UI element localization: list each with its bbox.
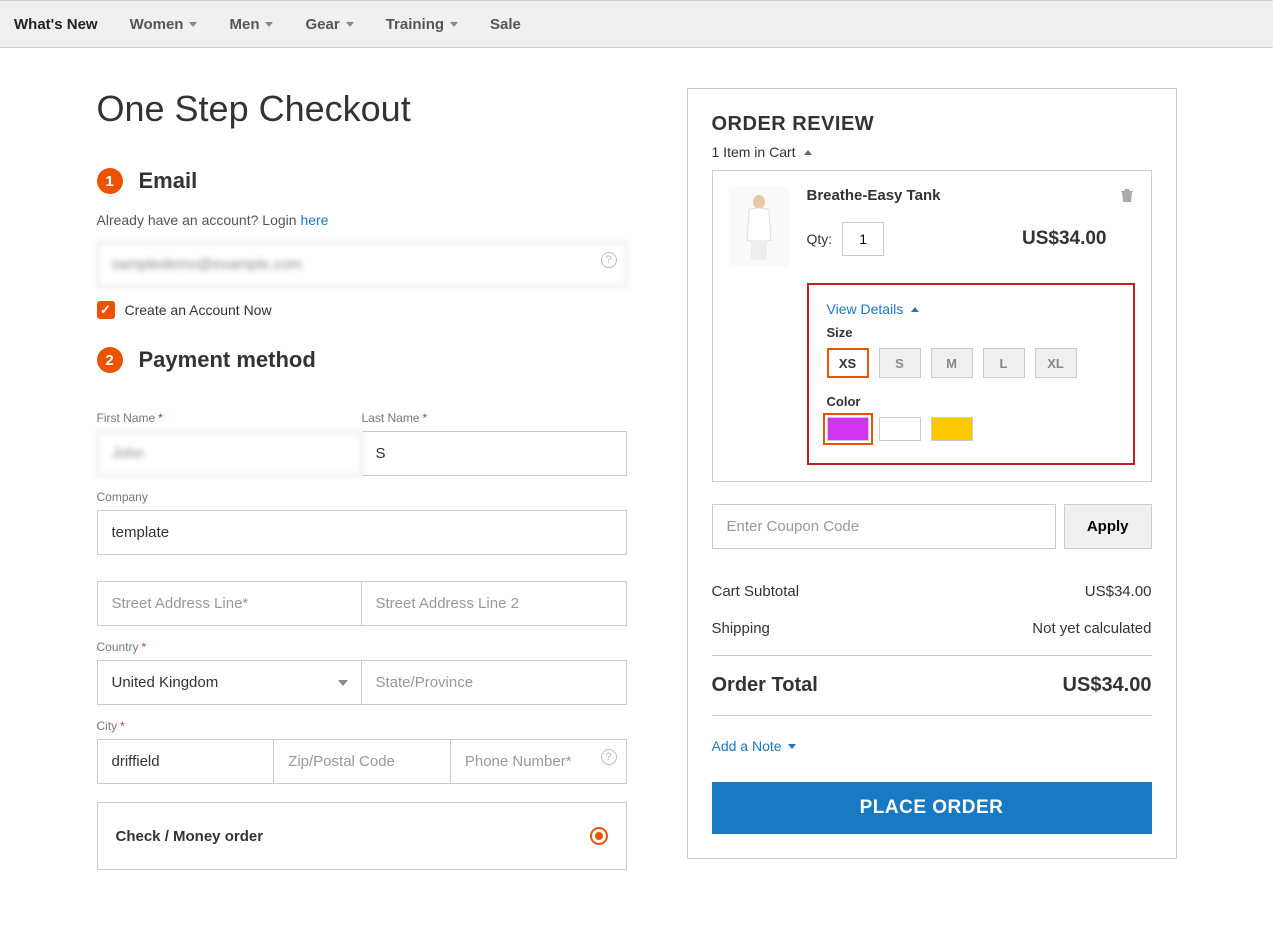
coupon-input[interactable] <box>712 504 1056 549</box>
color-swatch-1[interactable] <box>879 417 921 441</box>
order-total-label: Order Total <box>712 674 818 697</box>
size-swatch-m[interactable]: M <box>931 348 973 378</box>
size-swatch-l[interactable]: L <box>983 348 1025 378</box>
nav-item-sale[interactable]: Sale <box>490 16 521 33</box>
place-order-button[interactable]: PLACE ORDER <box>712 782 1152 834</box>
company-label: Company <box>97 490 627 504</box>
subtotal-value: US$34.00 <box>1085 583 1152 600</box>
first-name-label: First Name <box>97 411 362 425</box>
product-name: Breathe-Easy Tank <box>807 187 1107 204</box>
step-label: Email <box>139 168 198 194</box>
last-name-label: Last Name <box>362 411 627 425</box>
size-swatch-s[interactable]: S <box>879 348 921 378</box>
trash-icon[interactable] <box>1119 187 1135 208</box>
nav-item-men[interactable]: Men <box>229 16 273 33</box>
create-account-checkbox[interactable]: ✓ Create an Account Now <box>97 301 627 319</box>
order-total-value: US$34.00 <box>1063 674 1152 697</box>
page-title: One Step Checkout <box>97 88 627 130</box>
nav-item-what-s-new[interactable]: What's New <box>14 16 98 33</box>
apply-button[interactable]: Apply <box>1064 504 1152 549</box>
zip-input[interactable] <box>273 739 450 784</box>
order-review-panel: ORDER REVIEW 1 Item in Cart Breathe-Easy… <box>687 88 1177 859</box>
item-details: View Details Size XS SML XL Color <box>807 283 1135 465</box>
shipping-label: Shipping <box>712 620 770 637</box>
chevron-down-icon <box>189 22 197 27</box>
color-swatch-2[interactable] <box>931 417 973 441</box>
city-input[interactable] <box>97 739 274 784</box>
chevron-up-icon <box>804 150 812 155</box>
email-input[interactable] <box>97 242 627 287</box>
subtotal-label: Cart Subtotal <box>712 583 800 600</box>
chevron-down-icon <box>450 22 458 27</box>
color-swatch-0[interactable] <box>827 417 869 441</box>
size-swatch-xs[interactable]: XS <box>827 348 869 378</box>
company-input[interactable] <box>97 510 627 555</box>
help-icon[interactable]: ? <box>601 749 617 765</box>
city-label: City <box>97 719 627 733</box>
cart-summary-toggle[interactable]: 1 Item in Cart <box>712 144 1152 160</box>
cart-item: Breathe-Easy Tank Qty: US$34.00 <box>712 170 1152 482</box>
login-hint: Already have an account? Login here <box>97 212 627 228</box>
country-select[interactable] <box>97 660 362 705</box>
chevron-down-icon <box>346 22 354 27</box>
login-link[interactable]: here <box>300 212 328 228</box>
help-icon[interactable]: ? <box>601 252 617 268</box>
chevron-down-icon <box>265 22 273 27</box>
radio-selected-icon <box>590 827 608 845</box>
add-note-toggle[interactable]: Add a Note <box>712 738 1152 754</box>
chevron-up-icon <box>911 307 919 312</box>
street1-input[interactable] <box>97 581 362 626</box>
phone-input[interactable] <box>450 739 627 784</box>
payment-option-label: Check / Money order <box>116 828 264 845</box>
color-label: Color <box>827 394 1115 409</box>
payment-option[interactable]: Check / Money order <box>97 802 627 870</box>
step-payment-header: 2 Payment method <box>97 347 627 373</box>
view-details-toggle[interactable]: View Details <box>827 301 1115 317</box>
nav-item-training[interactable]: Training <box>386 16 458 33</box>
item-price: US$34.00 <box>1022 228 1107 250</box>
size-label: Size <box>827 325 1115 340</box>
chevron-down-icon <box>788 744 796 749</box>
state-input[interactable] <box>362 660 627 705</box>
size-swatch-xl[interactable]: XL <box>1035 348 1077 378</box>
nav-item-gear[interactable]: Gear <box>305 16 353 33</box>
step-label: Payment method <box>139 347 316 373</box>
street2-input[interactable] <box>362 581 627 626</box>
step-email-header: 1 Email <box>97 168 627 194</box>
product-thumbnail <box>729 187 789 267</box>
last-name-input[interactable] <box>362 431 627 476</box>
qty-input[interactable] <box>842 222 884 256</box>
top-nav: What's New Women Men Gear Training Sale <box>0 0 1273 48</box>
step-number: 1 <box>97 168 123 194</box>
qty-label: Qty: <box>807 231 833 247</box>
first-name-input[interactable] <box>97 431 362 476</box>
order-review-title: ORDER REVIEW <box>712 113 1152 136</box>
step-number: 2 <box>97 347 123 373</box>
check-icon: ✓ <box>97 301 115 319</box>
nav-item-women[interactable]: Women <box>130 16 198 33</box>
shipping-value: Not yet calculated <box>1032 620 1151 637</box>
country-label: Country <box>97 640 362 654</box>
